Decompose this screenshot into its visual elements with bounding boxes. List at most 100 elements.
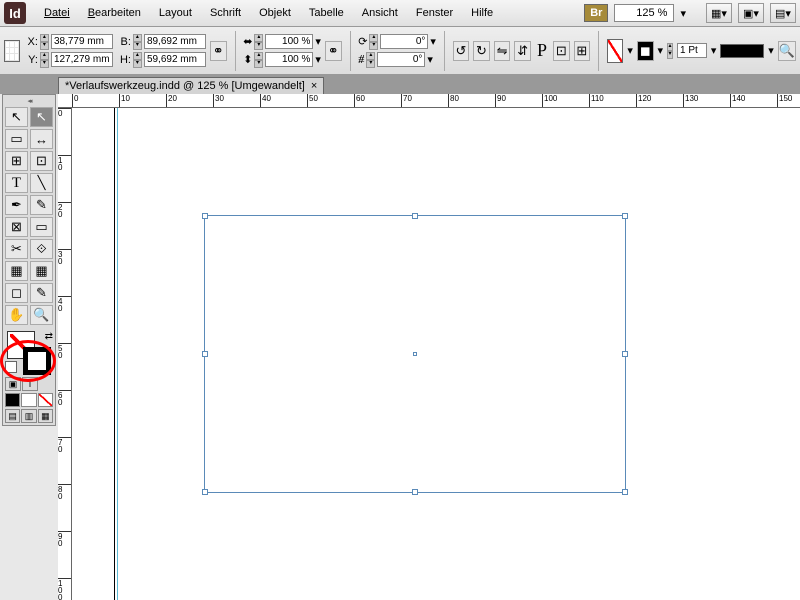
- direct-selection-tool[interactable]: ↖: [30, 107, 53, 127]
- menu-schrift[interactable]: Schrift: [202, 4, 249, 22]
- stroke-swatch[interactable]: ◼: [637, 41, 654, 61]
- tab-close-icon[interactable]: ×: [311, 80, 317, 92]
- center-point[interactable]: [413, 352, 417, 356]
- workspace-btn[interactable]: ▤▾: [770, 3, 796, 23]
- handle-w[interactable]: [202, 351, 208, 357]
- handle-s[interactable]: [412, 489, 418, 495]
- sy-spinner[interactable]: ▴▾: [254, 52, 263, 68]
- format-container-icon[interactable]: ▣: [5, 377, 21, 391]
- menu-datei[interactable]: Datei: [36, 4, 78, 22]
- default-fill-stroke-icon[interactable]: [5, 361, 17, 373]
- flip-h-icon[interactable]: ⇋: [494, 41, 511, 61]
- rotate-ccw-icon[interactable]: ↺: [453, 41, 470, 61]
- y-field[interactable]: 127,279 mm: [51, 52, 113, 67]
- screen-mode-btn[interactable]: ▦▾: [706, 3, 732, 23]
- handle-se[interactable]: [622, 489, 628, 495]
- gradient-feather-tool[interactable]: ▦: [30, 261, 53, 281]
- view-mode-menu-icon[interactable]: ▦: [38, 409, 53, 423]
- format-text-icon[interactable]: T: [22, 377, 38, 391]
- menu-bearbeiten[interactable]: Bearbeiten: [80, 4, 149, 22]
- fill-swatch[interactable]: [607, 39, 624, 63]
- scale-y-field[interactable]: 100 %: [265, 52, 313, 67]
- gap-tool[interactable]: ↔: [30, 129, 53, 149]
- w-spinner[interactable]: ▴▾: [133, 34, 142, 50]
- handle-ne[interactable]: [622, 213, 628, 219]
- handle-e[interactable]: [622, 351, 628, 357]
- rectangle-tool[interactable]: ▭: [30, 217, 53, 237]
- gradient-swatch-tool[interactable]: ▦: [5, 261, 28, 281]
- vertical-ruler[interactable]: 0102030405060708090100: [58, 108, 72, 600]
- hand-tool[interactable]: ✋: [5, 305, 28, 325]
- type-tool[interactable]: T: [5, 173, 28, 193]
- selected-frame[interactable]: [204, 215, 626, 493]
- select-content-icon[interactable]: ⊞: [574, 41, 591, 61]
- menu-fenster[interactable]: Fenster: [408, 4, 461, 22]
- quick-apply-icon[interactable]: 🔍: [778, 41, 796, 61]
- ss-dd[interactable]: ▾: [768, 44, 774, 57]
- sx-spinner[interactable]: ▴▾: [254, 34, 263, 50]
- reference-point[interactable]: [4, 40, 20, 62]
- h-spinner[interactable]: ▴▾: [133, 52, 142, 68]
- sx-dd[interactable]: ▾: [315, 35, 321, 48]
- rot-spinner[interactable]: ▴▾: [369, 34, 378, 50]
- menu-tabelle[interactable]: Tabelle: [301, 4, 352, 22]
- arrange-btn[interactable]: ▣▾: [738, 3, 764, 23]
- pen-tool[interactable]: ✒: [5, 195, 28, 215]
- sy-dd[interactable]: ▾: [315, 53, 321, 66]
- handle-sw[interactable]: [202, 489, 208, 495]
- canvas[interactable]: [72, 108, 800, 600]
- stroke-weight-field[interactable]: 1 Pt: [677, 43, 707, 58]
- apply-color-icon[interactable]: [5, 393, 20, 407]
- page-tool[interactable]: ▭: [5, 129, 28, 149]
- note-tool[interactable]: ◻: [5, 283, 28, 303]
- zoom-tool[interactable]: 🔍: [30, 305, 53, 325]
- constrain-wh-icon[interactable]: ⚭: [210, 41, 227, 61]
- rotate-field[interactable]: 0°: [380, 34, 428, 49]
- swap-fill-stroke-icon[interactable]: ⇄: [45, 331, 53, 342]
- guide-vertical[interactable]: [117, 108, 118, 600]
- shear-spinner[interactable]: ▴▾: [366, 52, 375, 68]
- rot-dd[interactable]: ▾: [430, 35, 436, 48]
- handle-n[interactable]: [412, 213, 418, 219]
- menu-hilfe[interactable]: Hilfe: [463, 4, 501, 22]
- apply-gradient-icon[interactable]: [21, 393, 36, 407]
- document-tab[interactable]: *Verlaufswerkzeug.indd @ 125 % [Umgewand…: [58, 77, 324, 94]
- horizontal-ruler[interactable]: 0102030405060708090100110120130140150160: [58, 94, 800, 108]
- menu-objekt[interactable]: Objekt: [251, 4, 299, 22]
- free-transform-tool[interactable]: ⟐: [30, 239, 53, 259]
- rectangle-frame-tool[interactable]: ⊠: [5, 217, 28, 237]
- panel-collapse-icon[interactable]: [5, 97, 53, 105]
- view-mode-normal-icon[interactable]: ▤: [5, 409, 20, 423]
- x-field[interactable]: 38,779 mm: [51, 34, 113, 49]
- shear-field[interactable]: 0°: [377, 52, 425, 67]
- zoom-level-field[interactable]: 125 %: [614, 4, 674, 22]
- eyedropper-tool[interactable]: ✎: [30, 283, 53, 303]
- scale-x-field[interactable]: 100 %: [265, 34, 313, 49]
- stroke-style[interactable]: [720, 44, 764, 58]
- fill-dd[interactable]: ▾: [627, 44, 633, 57]
- menu-layout[interactable]: Layout: [151, 4, 200, 22]
- view-mode-preview-icon[interactable]: ▥: [21, 409, 36, 423]
- flip-v-icon[interactable]: ⇵: [514, 41, 531, 61]
- stroke-spinner[interactable]: ▴▾: [667, 43, 673, 59]
- apply-none-icon[interactable]: [38, 393, 53, 407]
- content-collector-tool[interactable]: ⊞: [5, 151, 28, 171]
- stroke-dd[interactable]: ▾: [658, 44, 664, 57]
- handle-nw[interactable]: [202, 213, 208, 219]
- char-panel-icon[interactable]: P: [537, 40, 547, 61]
- constrain-scale-icon[interactable]: ⚭: [325, 41, 342, 61]
- y-spinner[interactable]: ▴▾: [40, 52, 49, 68]
- scissors-tool[interactable]: ✂: [5, 239, 28, 259]
- x-spinner[interactable]: ▴▾: [40, 34, 49, 50]
- line-tool[interactable]: ╲: [30, 173, 53, 193]
- menu-ansicht[interactable]: Ansicht: [354, 4, 406, 22]
- selection-tool[interactable]: ↖: [5, 107, 28, 127]
- pencil-tool[interactable]: ✎: [30, 195, 53, 215]
- h-field[interactable]: 59,692 mm: [144, 52, 206, 67]
- bridge-badge[interactable]: Br: [584, 4, 608, 22]
- shear-dd[interactable]: ▾: [427, 53, 433, 66]
- sw-dd[interactable]: ▾: [711, 44, 717, 57]
- fill-stroke-proxy[interactable]: ⇄: [5, 329, 55, 373]
- zoom-dropdown-icon[interactable]: ▾: [680, 7, 686, 20]
- stroke-proxy[interactable]: [23, 347, 51, 375]
